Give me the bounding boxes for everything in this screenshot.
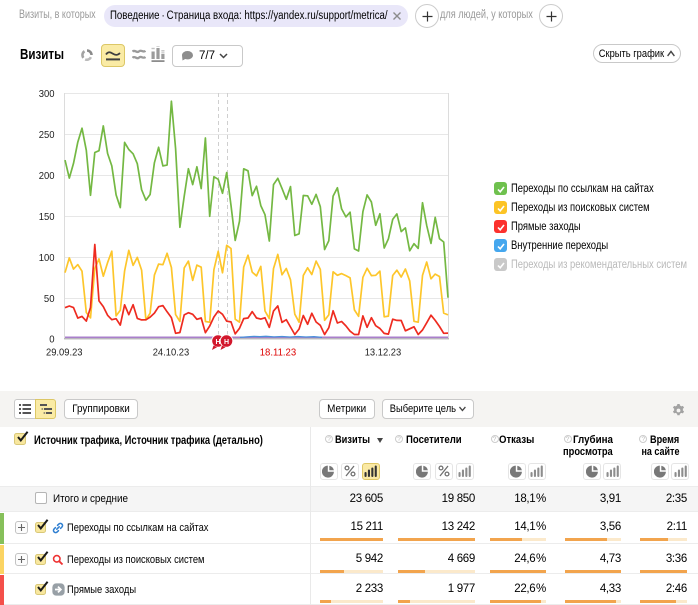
- svg-text:200: 200: [39, 170, 55, 182]
- svg-text:24.10.23: 24.10.23: [153, 347, 190, 359]
- svg-text:Н: Н: [215, 339, 220, 346]
- svg-text:100: 100: [39, 252, 55, 264]
- svg-text:250: 250: [39, 129, 55, 141]
- svg-text:29.09.23: 29.09.23: [46, 347, 83, 359]
- svg-text:150: 150: [39, 211, 55, 223]
- svg-text:Н: Н: [224, 339, 229, 346]
- svg-text:50: 50: [44, 293, 55, 305]
- svg-text:300: 300: [39, 88, 55, 100]
- svg-text:18.11.23: 18.11.23: [260, 347, 297, 359]
- svg-text:13.12.23: 13.12.23: [365, 347, 402, 359]
- svg-text:0: 0: [49, 334, 54, 346]
